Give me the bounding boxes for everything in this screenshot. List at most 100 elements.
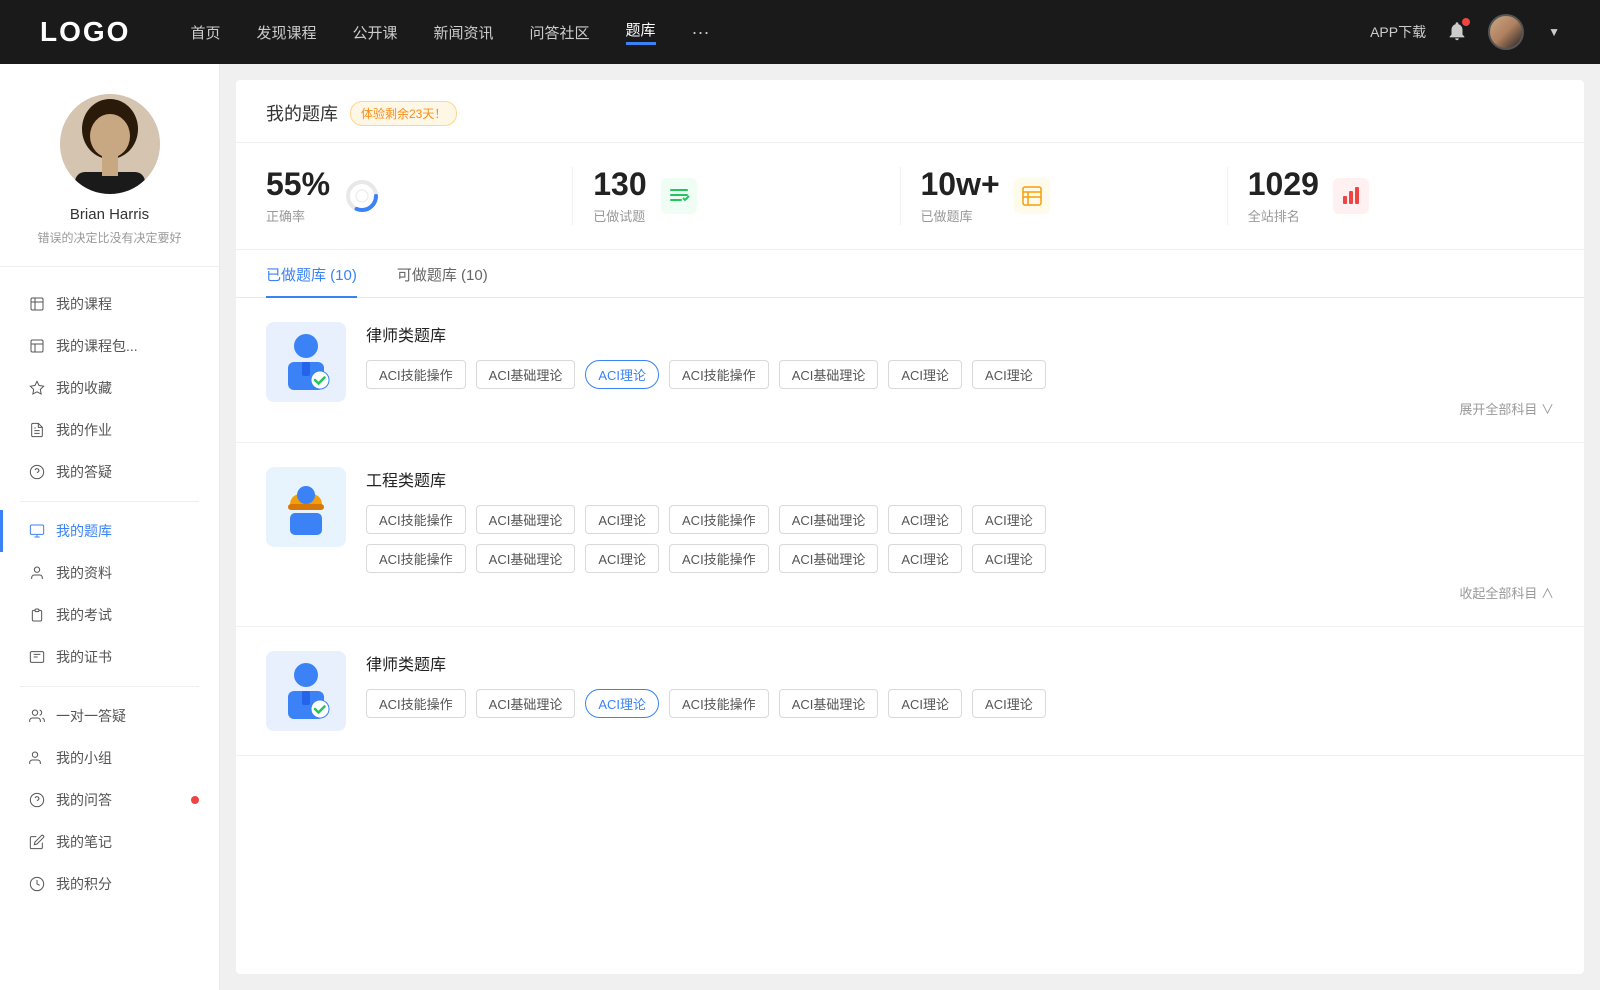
qbank-icon-engineer	[266, 467, 346, 547]
nav-logo[interactable]: LOGO	[40, 16, 130, 48]
qbank-tags-lawyer-1: ACI技能操作 ACI基础理论 ACI理论 ACI技能操作 ACI基础理论 AC…	[366, 360, 1554, 389]
nav-link-discover[interactable]: 发现课程	[256, 22, 316, 43]
sidebar-item-label-course: 我的课程	[56, 294, 112, 314]
tag-2-7[interactable]: ACI理论	[972, 505, 1046, 534]
tag-1-2[interactable]: ACI基础理论	[476, 360, 576, 389]
tag-2-5[interactable]: ACI基础理论	[779, 505, 879, 534]
tag-3-4[interactable]: ACI技能操作	[669, 689, 769, 718]
sidebar-item-exam[interactable]: 我的考试	[0, 594, 219, 636]
qbank-tags-engineer-row1: ACI技能操作 ACI基础理论 ACI理论 ACI技能操作 ACI基础理论 AC…	[366, 505, 1554, 534]
tag-2-13[interactable]: ACI理论	[888, 544, 962, 573]
sidebar-item-question-bank[interactable]: 我的题库	[0, 510, 219, 552]
tag-1-5[interactable]: ACI基础理论	[779, 360, 879, 389]
sidebar-item-my-package[interactable]: 我的课程包...	[0, 325, 219, 367]
lawyer-svg-1	[280, 332, 332, 392]
sidebar-item-label-qanda: 我的问答	[56, 790, 112, 810]
nav-bell-button[interactable]	[1446, 20, 1468, 45]
qbank-section-engineer: 工程类题库 ACI技能操作 ACI基础理论 ACI理论 ACI技能操作 ACI基…	[236, 443, 1584, 627]
stat-ranking: 1029 全站排名	[1228, 167, 1554, 225]
sidebar-item-label-exam: 我的考试	[56, 605, 112, 625]
sidebar-item-notes[interactable]: 我的笔记	[0, 821, 219, 863]
tag-2-9[interactable]: ACI基础理论	[476, 544, 576, 573]
tag-2-3[interactable]: ACI理论	[585, 505, 659, 534]
sidebar-divider-2	[20, 686, 199, 687]
note-icon	[28, 833, 46, 851]
nav-more-icon[interactable]: ···	[692, 22, 710, 43]
qmark-icon	[28, 791, 46, 809]
exam-icon	[28, 606, 46, 624]
tag-2-1[interactable]: ACI技能操作	[366, 505, 466, 534]
avatar-image	[60, 94, 160, 194]
nav-link-questionbank[interactable]: 题库	[626, 19, 656, 45]
tag-3-7[interactable]: ACI理论	[972, 689, 1046, 718]
nav-link-home[interactable]: 首页	[190, 22, 220, 43]
sidebar-item-label-homework: 我的作业	[56, 420, 112, 440]
sidebar-item-cert[interactable]: 我的证书	[0, 636, 219, 678]
tab-available-banks[interactable]: 可做题库 (10)	[397, 250, 488, 297]
profile-icon	[28, 564, 46, 582]
sidebar-item-one-on-one[interactable]: 一对一答疑	[0, 695, 219, 737]
tag-2-14[interactable]: ACI理论	[972, 544, 1046, 573]
sidebar-item-favorites[interactable]: 我的收藏	[0, 367, 219, 409]
trial-badge: 体验剩余23天！	[350, 101, 457, 126]
page-title: 我的题库	[266, 100, 338, 126]
tag-2-10[interactable]: ACI理论	[585, 544, 659, 573]
tag-1-3[interactable]: ACI理论	[585, 360, 659, 389]
nav-user-avatar[interactable]	[1488, 14, 1524, 50]
points-icon	[28, 875, 46, 893]
sidebar-item-label-group: 我的小组	[56, 748, 112, 768]
stat-label-done-q: 已做试题	[593, 206, 646, 225]
sidebar-item-points[interactable]: 我的积分	[0, 863, 219, 905]
tag-2-11[interactable]: ACI技能操作	[669, 544, 769, 573]
bar-chart-icon	[1333, 178, 1369, 214]
tag-1-7[interactable]: ACI理论	[972, 360, 1046, 389]
homework-icon	[28, 421, 46, 439]
tag-3-5[interactable]: ACI基础理论	[779, 689, 879, 718]
nav-app-download-button[interactable]: APP下载	[1370, 22, 1426, 42]
qbank-collapse-engineer[interactable]: 收起全部科目 ∧	[366, 583, 1554, 602]
stat-correct-rate: 55% 正确率	[266, 167, 573, 225]
sidebar-username: Brian Harris	[70, 206, 149, 223]
sidebar-item-group[interactable]: 我的小组	[0, 737, 219, 779]
sidebar-item-label-my-qa: 我的答疑	[56, 462, 112, 482]
stat-done-questions: 130 已做试题	[573, 167, 900, 225]
tag-2-8[interactable]: ACI技能操作	[366, 544, 466, 573]
tag-2-4[interactable]: ACI技能操作	[669, 505, 769, 534]
sidebar-item-label-points: 我的积分	[56, 874, 112, 894]
stat-label-done-b: 已做题库	[921, 206, 1000, 225]
sidebar-item-my-qa[interactable]: 我的答疑	[0, 451, 219, 493]
nav-link-open[interactable]: 公开课	[352, 22, 397, 43]
tag-3-6[interactable]: ACI理论	[888, 689, 962, 718]
tag-1-4[interactable]: ACI技能操作	[669, 360, 769, 389]
tag-1-6[interactable]: ACI理论	[888, 360, 962, 389]
sidebar-item-label-one-on-one: 一对一答疑	[56, 706, 126, 726]
tag-3-2[interactable]: ACI基础理论	[476, 689, 576, 718]
package-icon	[28, 337, 46, 355]
nav-link-news[interactable]: 新闻资讯	[434, 22, 494, 43]
sidebar-item-homework[interactable]: 我的作业	[0, 409, 219, 451]
qbank-section-lawyer-1: 律师类题库 ACI技能操作 ACI基础理论 ACI理论 ACI技能操作 ACI基…	[236, 298, 1584, 443]
qbank-expand-lawyer-1[interactable]: 展开全部科目 ∨	[366, 399, 1554, 418]
nav-link-qa[interactable]: 问答社区	[530, 22, 590, 43]
page-layout: Brian Harris 错误的决定比没有决定要好 我的课程 我的课程包...	[0, 64, 1600, 990]
tag-2-2[interactable]: ACI基础理论	[476, 505, 576, 534]
tag-3-1[interactable]: ACI技能操作	[366, 689, 466, 718]
sidebar-item-qanda[interactable]: 我的问答	[0, 779, 219, 821]
tag-1-1[interactable]: ACI技能操作	[366, 360, 466, 389]
tag-2-12[interactable]: ACI基础理论	[779, 544, 879, 573]
sidebar-item-profile[interactable]: 我的资料	[0, 552, 219, 594]
sidebar-item-my-course[interactable]: 我的课程	[0, 283, 219, 325]
nav-dropdown-arrow-icon[interactable]: ▼	[1548, 25, 1560, 39]
donut-chart-icon	[344, 178, 380, 214]
sidebar-divider-1	[20, 501, 199, 502]
tag-3-3[interactable]: ACI理论	[585, 689, 659, 718]
sidebar-item-label-cert: 我的证书	[56, 647, 112, 667]
sidebar-item-label-bank: 我的题库	[56, 521, 112, 541]
qbank-title-lawyer-2: 律师类题库	[366, 651, 1554, 675]
tag-2-6[interactable]: ACI理论	[888, 505, 962, 534]
tab-done-banks[interactable]: 已做题库 (10)	[266, 250, 357, 297]
course-icon	[28, 295, 46, 313]
stat-value-correct: 55%	[266, 167, 330, 202]
qa-icon	[28, 463, 46, 481]
qbank-icon-lawyer-1	[266, 322, 346, 402]
